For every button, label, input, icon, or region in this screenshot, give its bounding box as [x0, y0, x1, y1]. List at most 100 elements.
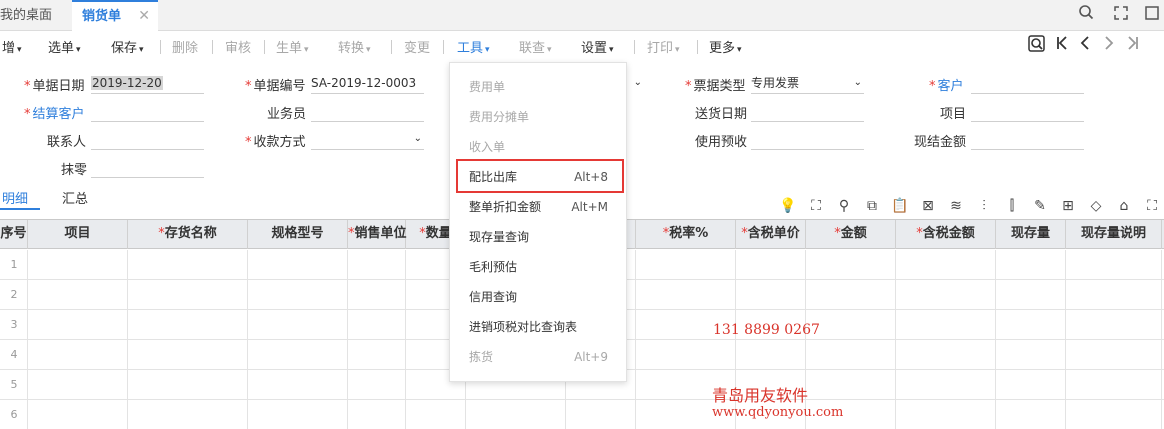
code-field[interactable]: SA-2019-12-0003 [311, 74, 424, 94]
paste-icon[interactable]: 📋 [891, 197, 909, 215]
menu-item[interactable]: 进销项税对比查询表 [450, 312, 626, 342]
table-cell[interactable] [1066, 250, 1162, 280]
table-cell[interactable] [128, 340, 248, 370]
menu-item[interactable]: 费用分摊单 [450, 102, 626, 132]
chart-icon[interactable]: ⫿ [1003, 197, 1021, 215]
table-cell[interactable] [248, 280, 348, 310]
settings-button[interactable]: 设置 ▾ [581, 37, 614, 56]
table-cell[interactable] [996, 400, 1066, 429]
table-cell[interactable] [28, 370, 128, 400]
change-button[interactable]: 变更 [404, 37, 430, 56]
bulb-icon[interactable]: 💡 [779, 197, 797, 215]
table-cell[interactable] [896, 250, 996, 280]
salesman-field[interactable] [311, 102, 424, 122]
table-cell[interactable] [248, 340, 348, 370]
tools-button[interactable]: 工具 ▾ [457, 37, 490, 56]
table-cell[interactable] [248, 370, 348, 400]
table-cell[interactable] [248, 310, 348, 340]
payment-select[interactable]: ⌄ [311, 130, 424, 150]
table-cell[interactable] [806, 280, 896, 310]
table-cell[interactable] [896, 370, 996, 400]
customer-field[interactable] [971, 74, 1084, 94]
table-cell[interactable] [896, 400, 996, 429]
table-cell[interactable] [806, 370, 896, 400]
table-cell[interactable] [996, 340, 1066, 370]
table-cell[interactable] [28, 310, 128, 340]
table-cell[interactable] [348, 370, 406, 400]
table-cell[interactable] [736, 250, 806, 280]
table-cell[interactable] [28, 280, 128, 310]
table-cell[interactable] [466, 400, 566, 429]
table-cell[interactable] [566, 400, 636, 429]
table-cell[interactable] [128, 400, 248, 429]
menu-item[interactable]: 费用单 [450, 72, 626, 102]
tab-summary[interactable]: 汇总 [62, 188, 88, 207]
table-cell[interactable] [806, 250, 896, 280]
column-header[interactable]: 序号 [0, 220, 28, 249]
print-button[interactable]: 打印 ▾ [647, 37, 680, 56]
table-cell[interactable] [406, 400, 466, 429]
delete-button[interactable]: 删除 [172, 37, 198, 56]
table-cell[interactable] [348, 400, 406, 429]
tab-home[interactable]: 我的桌面 [0, 0, 52, 31]
split-icon[interactable]: ⫶ [975, 197, 993, 215]
column-header[interactable]: *金额 [806, 220, 896, 249]
grid-icon[interactable]: ⊞ [1059, 197, 1077, 215]
rounding-field[interactable] [91, 158, 204, 178]
menu-item[interactable]: 毛利预估 [450, 252, 626, 282]
table-cell[interactable] [28, 400, 128, 429]
table-cell[interactable] [896, 310, 996, 340]
prev-record-icon[interactable] [1078, 35, 1092, 55]
settle-customer-field[interactable] [91, 102, 204, 122]
save-button[interactable]: 保存 ▾ [111, 37, 144, 56]
menu-item[interactable]: 现存量查询 [450, 222, 626, 252]
add-button[interactable]: 增 ▾ [2, 37, 22, 56]
table-cell[interactable] [896, 280, 996, 310]
menu-item[interactable]: 信用查询 [450, 282, 626, 312]
table-cell[interactable] [128, 280, 248, 310]
menu-item[interactable]: 拣货 Alt+9 [450, 342, 626, 372]
approve-button[interactable]: 审核 [225, 37, 251, 56]
table-cell[interactable] [996, 310, 1066, 340]
table-cell[interactable] [736, 280, 806, 310]
table-cell[interactable] [348, 280, 406, 310]
table-cell[interactable] [806, 340, 896, 370]
table-cell[interactable] [248, 250, 348, 280]
menu-item[interactable]: 整单折扣金额 Alt+M [450, 192, 626, 222]
contact-field[interactable] [91, 130, 204, 150]
column-header[interactable]: *存货名称 [128, 220, 248, 249]
table-cell[interactable] [28, 250, 128, 280]
copy-icon[interactable]: ⧉ [863, 197, 881, 215]
fullscreen-icon[interactable]: ⛶ [1143, 197, 1161, 215]
ship-date-field[interactable] [751, 102, 864, 122]
more-button[interactable]: 更多 ▾ [709, 37, 742, 56]
table-cell[interactable] [1066, 370, 1162, 400]
table-cell[interactable] [348, 340, 406, 370]
edit-icon[interactable]: ✎ [1031, 197, 1049, 215]
column-header[interactable]: 项目 [28, 220, 128, 249]
cash-field[interactable] [971, 130, 1084, 150]
table-cell[interactable] [1066, 310, 1162, 340]
house-icon[interactable]: ⌂ [1115, 197, 1133, 215]
select-button[interactable]: 选单 ▾ [48, 37, 81, 56]
tab-sales-order[interactable]: 销货单 ✕ [72, 0, 158, 31]
search-icon[interactable] [1075, 4, 1097, 26]
tab-detail[interactable]: 明细 [2, 188, 28, 207]
tag-icon[interactable]: ◇ [1087, 197, 1105, 215]
table-cell[interactable] [348, 250, 406, 280]
advance-field[interactable] [751, 130, 864, 150]
project-field[interactable] [971, 102, 1084, 122]
close-icon[interactable]: ✕ [138, 2, 150, 31]
column-header[interactable]: *含税单价 [736, 220, 806, 249]
table-cell[interactable] [348, 310, 406, 340]
menu-item[interactable]: 收入单 [450, 132, 626, 162]
table-cell[interactable] [1066, 400, 1162, 429]
table-cell[interactable] [248, 400, 348, 429]
column-header[interactable]: *税率% [636, 220, 736, 249]
table-row[interactable]: 6 [0, 400, 1164, 429]
restore-icon[interactable] [1110, 4, 1132, 26]
close-window-icon[interactable] [1141, 4, 1163, 26]
column-header[interactable]: 现存量说明 [1066, 220, 1162, 249]
table-cell[interactable] [996, 250, 1066, 280]
table-cell[interactable] [996, 280, 1066, 310]
